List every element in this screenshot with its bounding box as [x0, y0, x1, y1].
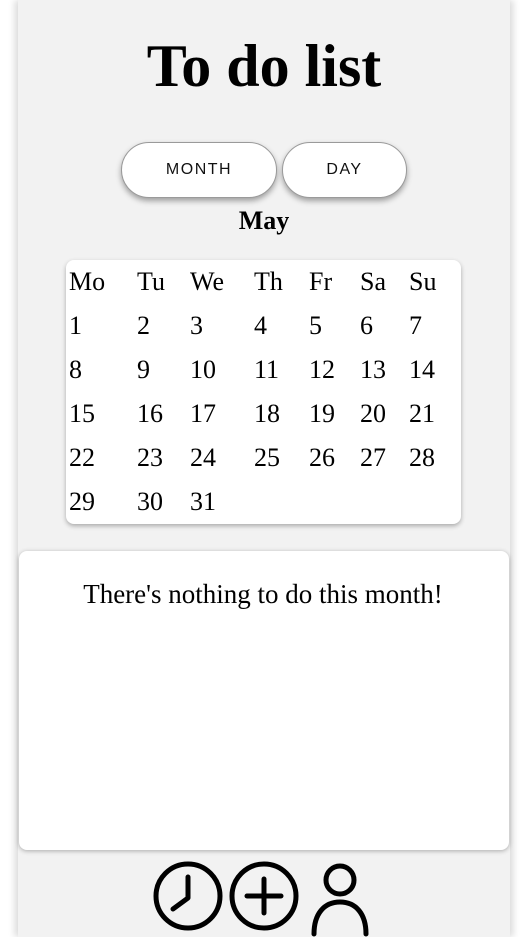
calendar-day[interactable]: 14	[409, 355, 435, 385]
weekday-header: Fr	[309, 267, 333, 296]
calendar-day[interactable]: 24	[190, 443, 216, 473]
calendar-day[interactable]: 18	[254, 399, 280, 429]
calendar-day[interactable]: 8	[69, 355, 82, 385]
calendar-day[interactable]: 26	[309, 443, 335, 473]
add-circle-icon[interactable]	[228, 860, 300, 932]
calendar-day[interactable]: 10	[190, 355, 216, 385]
calendar-day[interactable]: 17	[190, 399, 216, 429]
page-title: To do list	[146, 33, 382, 99]
month-calendar: Mo Tu We Th Fr Sa Su 1 2 3 4 5 6 7 8 9 1…	[66, 260, 461, 524]
weekday-header: Th	[254, 267, 283, 296]
calendar-day[interactable]: 23	[137, 443, 163, 473]
calendar-day[interactable]: 6	[360, 311, 373, 341]
weekday-header: Sa	[360, 267, 386, 296]
clock-icon[interactable]	[152, 860, 224, 932]
calendar-day[interactable]: 5	[309, 311, 322, 341]
calendar-day[interactable]: 9	[137, 355, 150, 385]
calendar-day[interactable]: 27	[360, 443, 386, 473]
calendar-day[interactable]: 3	[190, 311, 203, 341]
user-icon[interactable]	[308, 860, 372, 937]
calendar-day[interactable]: 4	[254, 311, 267, 341]
calendar-day[interactable]: 12	[309, 355, 335, 385]
calendar-day[interactable]: 30	[137, 487, 163, 517]
month-view-button[interactable]: MONTH	[121, 142, 277, 198]
weekday-header: Tu	[137, 267, 165, 296]
calendar-day[interactable]: 21	[409, 399, 435, 429]
calendar-day[interactable]: 22	[69, 443, 95, 473]
app-screen: To do list MONTH DAY May Mo Tu We Th Fr …	[18, 0, 510, 937]
weekday-header: Mo	[69, 267, 106, 296]
calendar-day[interactable]: 29	[69, 487, 95, 517]
month-label: May	[238, 206, 290, 235]
weekday-header: Su	[409, 267, 437, 296]
calendar-day[interactable]: 19	[309, 399, 335, 429]
calendar-day[interactable]: 28	[409, 443, 435, 473]
empty-tasks-message: There's nothing to do this month!	[83, 579, 443, 609]
calendar-day[interactable]: 1	[69, 311, 82, 341]
weekday-header: We	[190, 267, 224, 296]
calendar-day[interactable]: 7	[409, 311, 422, 341]
calendar-day[interactable]: 25	[254, 443, 280, 473]
calendar-day[interactable]: 2	[137, 311, 150, 341]
calendar-day[interactable]: 15	[69, 399, 95, 429]
calendar-day[interactable]: 13	[360, 355, 386, 385]
calendar-day[interactable]: 20	[360, 399, 386, 429]
calendar-day[interactable]: 16	[137, 399, 163, 429]
calendar-day[interactable]: 31	[190, 487, 216, 517]
calendar-day[interactable]: 11	[254, 355, 279, 385]
day-view-button[interactable]: DAY	[282, 142, 407, 198]
